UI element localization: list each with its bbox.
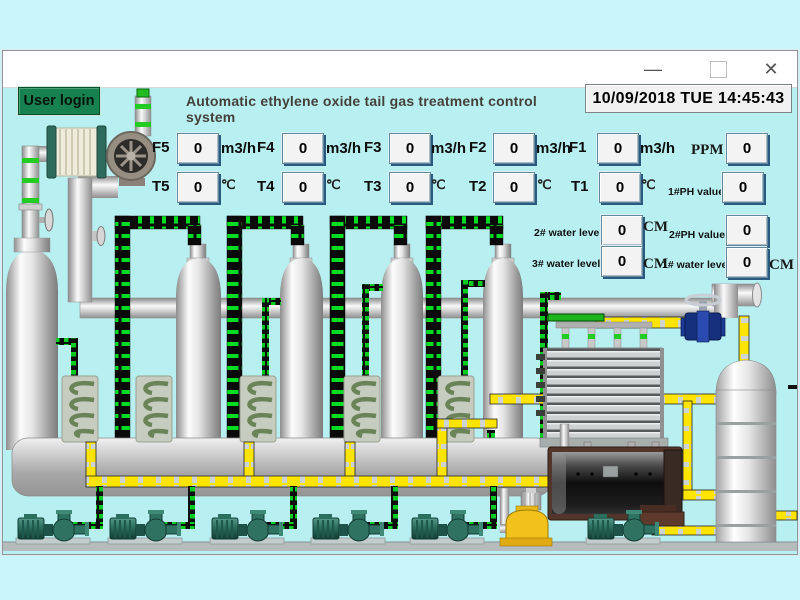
ph1-value[interactable]: 0	[722, 172, 764, 203]
temp-value-t1[interactable]: 0	[599, 172, 641, 203]
dosing-pump-icon	[500, 488, 552, 546]
water1-label: 1# water level	[662, 259, 730, 271]
screen: — ✕	[0, 0, 800, 600]
flow-value-f2[interactable]: 0	[493, 133, 535, 164]
ppm-value[interactable]: 0	[726, 133, 768, 164]
gate-valve-icon	[681, 295, 725, 342]
flow-label-f1: F1	[569, 139, 587, 156]
ph2-label: 2#PH value	[669, 229, 725, 241]
blower-fan-icon	[107, 89, 155, 186]
temp-label-t4: T4	[257, 178, 275, 195]
water3-label: 3# water level	[532, 258, 600, 270]
water2-unit: CM	[643, 219, 668, 236]
flow-value-f4[interactable]: 0	[282, 133, 324, 164]
page-title: Automatic ethylene oxide tail gas treatm…	[186, 93, 586, 125]
temp-value-t2[interactable]: 0	[493, 172, 535, 203]
flow-value-f1[interactable]: 0	[597, 133, 639, 164]
flow-unit-f1: m3/h	[640, 140, 675, 157]
temp-unit-t2: ℃	[537, 177, 552, 193]
flow-value-f5[interactable]: 0	[177, 133, 219, 164]
temp-value-t5[interactable]: 0	[177, 172, 219, 203]
absorber-column-1	[6, 238, 58, 450]
temp-value-t4[interactable]: 0	[282, 172, 324, 203]
ph1-label: 1#PH value	[668, 186, 724, 198]
temp-label-t2: T2	[469, 178, 487, 195]
temp-unit-t5: ℃	[221, 177, 236, 193]
water2-value[interactable]: 0	[601, 215, 643, 246]
temp-unit-t3: ℃	[431, 177, 446, 193]
water1-unit: CM	[769, 257, 794, 274]
temp-label-t1: T1	[571, 178, 589, 195]
flow-label-f2: F2	[469, 139, 487, 156]
flow-unit-f3: m3/h	[431, 140, 466, 157]
temp-value-t3[interactable]: 0	[389, 172, 431, 203]
flow-unit-f4: m3/h	[326, 140, 361, 157]
temp-unit-t4: ℃	[326, 177, 341, 193]
absorber-column-4	[381, 244, 423, 450]
flow-label-f3: F3	[364, 139, 382, 156]
water3-value[interactable]: 0	[601, 246, 643, 277]
plate-heat-exchanger	[536, 314, 668, 447]
ppm-label: PPM	[691, 142, 723, 159]
scrubber-column	[716, 316, 797, 542]
flow-unit-f5: m3/h	[221, 140, 256, 157]
water1-value[interactable]: 0	[726, 247, 768, 278]
temp-unit-t1: ℃	[641, 177, 656, 193]
water2-label: 2# water level	[534, 227, 602, 239]
absorber-column-2	[176, 244, 221, 450]
user-login-button[interactable]: User login	[18, 87, 100, 115]
heat-exchanger-icon	[47, 126, 106, 178]
flow-label-f4: F4	[257, 139, 275, 156]
ph2-value[interactable]: 0	[726, 215, 768, 246]
temp-label-t5: T5	[152, 178, 170, 195]
temp-label-t3: T3	[364, 178, 382, 195]
flow-label-f5: F5	[152, 139, 170, 156]
flow-unit-f2: m3/h	[536, 140, 571, 157]
datetime-display: 10/09/2018 TUE 14:45:43	[585, 84, 792, 113]
absorber-column-3	[280, 244, 323, 450]
flow-value-f3[interactable]: 0	[389, 133, 431, 164]
